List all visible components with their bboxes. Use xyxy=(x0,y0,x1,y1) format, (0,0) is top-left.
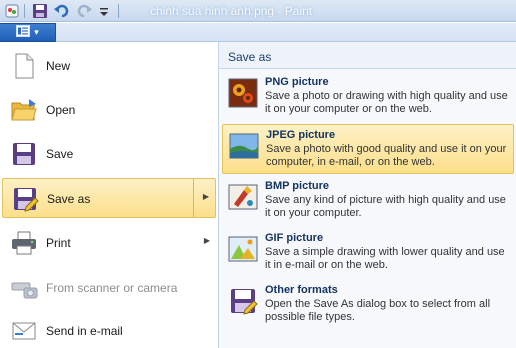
menu-item-save[interactable]: Save xyxy=(2,134,216,174)
save-as-option-png[interactable]: PNG picture Save a photo or drawing with… xyxy=(222,72,514,122)
option-description: Open the Save As dialog box to select fr… xyxy=(265,298,491,323)
option-title: PNG picture xyxy=(265,76,329,88)
menu-item-label: Save xyxy=(46,147,74,161)
menu-item-label: Save as xyxy=(47,192,91,206)
menu-item-label: From scanner or camera xyxy=(46,281,178,295)
option-description: Save any kind of picture with high quali… xyxy=(265,194,506,219)
menu-item-label: Open xyxy=(46,103,76,117)
option-description: Save a photo or drawing with high qualit… xyxy=(265,90,508,115)
submenu-arrow-icon: ▶ xyxy=(202,192,209,201)
option-description: Save a simple drawing with lower quality… xyxy=(265,246,505,271)
option-title: GIF picture xyxy=(265,232,324,244)
option-title: Other formats xyxy=(265,284,338,296)
printer-icon xyxy=(10,229,38,257)
menu-item-label: Print xyxy=(46,236,71,250)
png-picture-icon xyxy=(228,78,258,108)
save-icon[interactable] xyxy=(32,3,48,19)
email-icon xyxy=(10,317,38,345)
menu-item-new[interactable]: New xyxy=(2,46,216,86)
application-menu-button[interactable]: ▾ xyxy=(0,23,56,42)
ribbon-strip xyxy=(56,23,516,42)
menu-item-label: Send in e-mail xyxy=(46,324,123,338)
quick-access-separator xyxy=(24,4,25,18)
save-as-submenu: Save as PNG picture Save a photo or draw… xyxy=(219,42,516,348)
menu-item-from-scanner-or-camera: From scanner or camera xyxy=(2,268,216,308)
menu-item-send-in-email[interactable]: Send in e-mail xyxy=(2,311,216,348)
gif-picture-icon xyxy=(228,234,258,264)
scanner-camera-icon xyxy=(10,274,38,302)
save-as-option-jpeg[interactable]: JPEG picture Save a photo with good qual… xyxy=(222,124,514,174)
open-folder-icon xyxy=(10,96,38,124)
menu-command-list: New Open Save Save as ▶ Print ▶ From sca… xyxy=(0,42,219,348)
customize-dropdown-icon[interactable] xyxy=(96,3,112,19)
chevron-down-icon: ▾ xyxy=(34,27,39,37)
option-title: BMP picture xyxy=(265,180,329,192)
save-as-icon xyxy=(11,185,39,213)
menu-item-open[interactable]: Open xyxy=(2,90,216,130)
menu-item-label: New xyxy=(46,59,71,73)
save-as-option-gif[interactable]: GIF picture Save a simple drawing with l… xyxy=(222,228,514,278)
quick-access-separator xyxy=(118,4,119,18)
new-document-icon xyxy=(10,52,38,80)
application-menu: New Open Save Save as ▶ Print ▶ From sca… xyxy=(0,42,516,348)
submenu-title: Save as xyxy=(219,42,516,69)
redo-icon[interactable] xyxy=(76,3,92,19)
save-icon xyxy=(10,140,38,168)
paint-app-icon[interactable] xyxy=(4,3,20,19)
paint-menu-icon xyxy=(16,25,31,40)
menu-item-print[interactable]: Print ▶ xyxy=(2,223,216,263)
window-title: chinh sua hinh anh.png - Paint xyxy=(150,4,313,18)
submenu-arrow-icon: ▶ xyxy=(203,236,210,245)
option-description: Save a photo with good quality and use i… xyxy=(266,143,507,168)
other-formats-icon xyxy=(228,286,258,316)
menu-item-save-as[interactable]: Save as ▶ xyxy=(2,178,216,218)
bmp-picture-icon xyxy=(228,182,258,212)
save-as-option-other-formats[interactable]: Other formats Open the Save As dialog bo… xyxy=(222,280,514,330)
option-title: JPEG picture xyxy=(266,129,336,141)
jpeg-picture-icon xyxy=(229,131,259,161)
undo-icon[interactable] xyxy=(54,3,70,19)
save-as-option-bmp[interactable]: BMP picture Save any kind of picture wit… xyxy=(222,176,514,226)
title-bar: chinh sua hinh anh.png - Paint xyxy=(0,0,516,22)
